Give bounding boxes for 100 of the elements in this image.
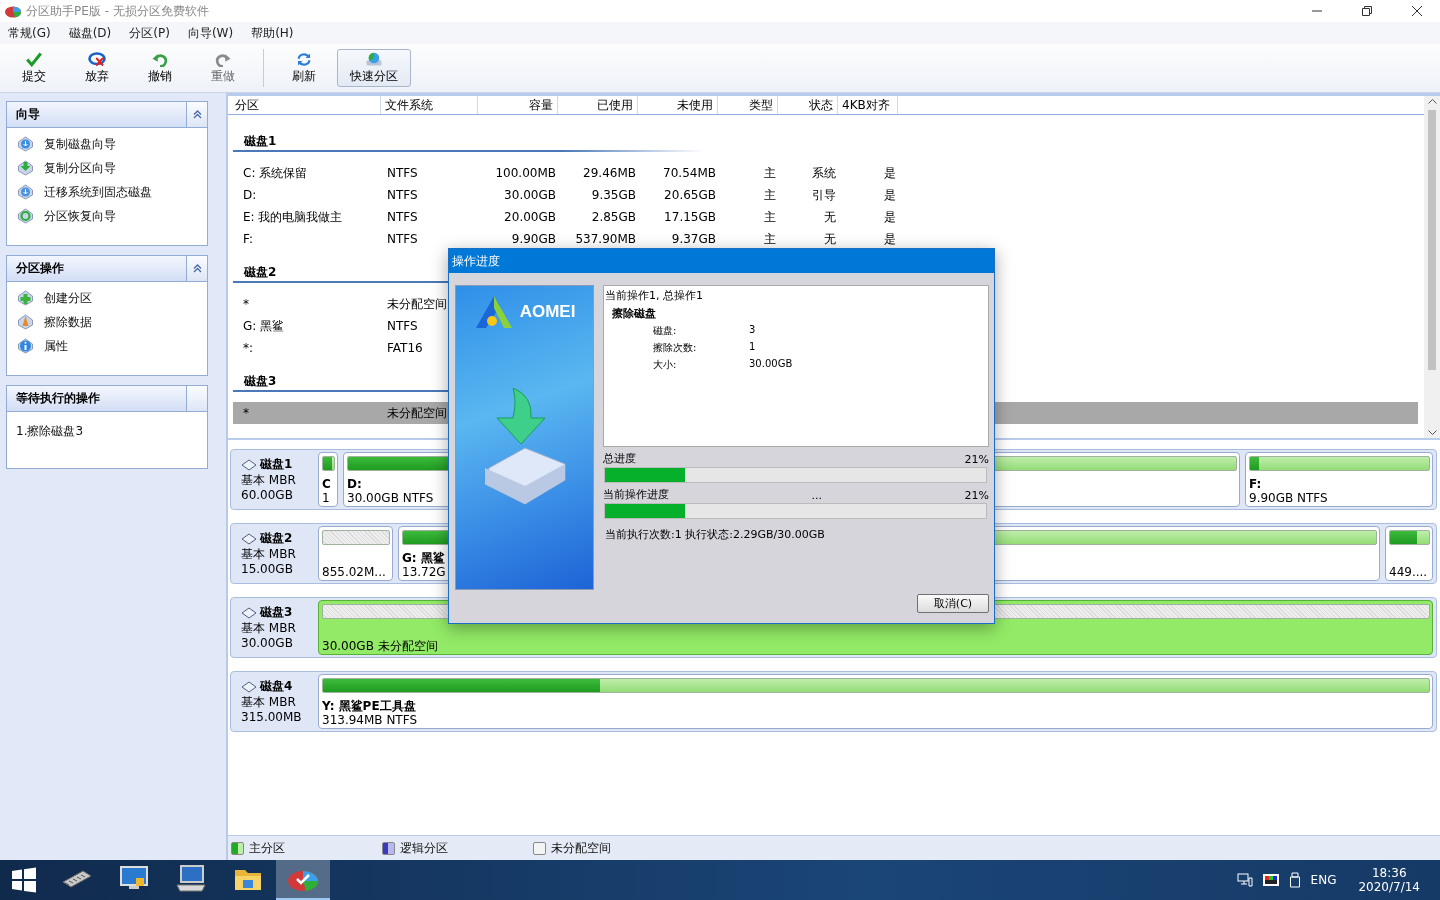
table-cell-text: 是 xyxy=(883,164,897,182)
table-cell-text: *: xyxy=(242,341,255,355)
disk-name: 磁盘3 xyxy=(260,604,293,621)
usb-drive-icon xyxy=(1288,872,1301,888)
sidebar-link[interactable]: 迁移系统到固态磁盘 xyxy=(44,183,152,201)
disk-card[interactable]: 磁盘1 基本 MBR 60.00GB xyxy=(233,452,313,507)
double-chevron-icon xyxy=(192,110,202,119)
partition-detail: 855.02M... xyxy=(322,565,386,579)
legend-label: 主分区 xyxy=(249,839,285,857)
table-row[interactable]: E: 我的电脑我做主 NTFS 20.00GB 2.85GB 17.15GB 主 无 是 xyxy=(233,206,1418,228)
sidebar-link[interactable]: 分区恢复向导 xyxy=(44,207,116,225)
column-header[interactable]: 状态 xyxy=(778,96,838,114)
menu-item[interactable]: 帮助(H) xyxy=(245,24,300,42)
partition-block[interactable]: 449.... xyxy=(1385,526,1433,581)
pending-operation: 1.擦除磁盘3 xyxy=(16,423,85,440)
toolbar-button[interactable]: 提交 xyxy=(4,49,64,87)
table-cell-text: 是 xyxy=(883,208,897,226)
disk-card[interactable]: 磁盘2 基本 MBR 15.00GB xyxy=(233,526,313,581)
table-cell-text: 29.46MB xyxy=(582,166,637,180)
menu-item[interactable]: 向导(W) xyxy=(181,24,240,42)
disk-arrow-icon xyxy=(17,160,34,176)
table-cell-text: 未分配空间 xyxy=(386,295,448,313)
column-header[interactable]: 分区 xyxy=(231,96,381,114)
table-cell-text: NTFS xyxy=(386,232,419,246)
column-header[interactable]: 类型 xyxy=(718,96,778,114)
table-cell-text: 引导 xyxy=(811,186,837,204)
cancel-button[interactable]: 取消(C) xyxy=(917,594,989,613)
column-header[interactable]: 已使用 xyxy=(558,96,638,114)
partition-detail: 1 xyxy=(322,491,330,505)
table-cell-text: 是 xyxy=(883,230,897,248)
disk-card[interactable]: 磁盘4 基本 MBR 315.00MB xyxy=(233,674,313,729)
clock[interactable]: 18:36 2020/7/14 xyxy=(1358,866,1420,894)
collapse-button[interactable] xyxy=(186,102,207,127)
legend-label: 未分配空间 xyxy=(551,839,611,857)
table-cell-text: F: xyxy=(242,232,254,246)
table-cell-text: 70.54MB xyxy=(662,166,717,180)
table-cell-text: 主 xyxy=(763,230,777,248)
field-label: 擦除次数: xyxy=(653,341,698,355)
disk-arrow-icon xyxy=(17,184,34,200)
start-icon xyxy=(11,867,37,893)
brush-icon xyxy=(17,314,34,330)
toolbar-button[interactable]: 快速分区 xyxy=(337,49,411,87)
menu-item[interactable]: 磁盘(D) xyxy=(62,24,118,42)
toolbar-button[interactable]: 刷新 xyxy=(274,49,334,87)
column-header[interactable]: 未使用 xyxy=(638,96,718,114)
column-header[interactable]: 容量 xyxy=(478,96,558,114)
window-title: 分区助手PE版 - 无损分区免费软件 xyxy=(26,2,210,20)
toolbar-button[interactable]: 放弃 xyxy=(67,49,127,87)
table-cell-text: 20.65GB xyxy=(663,188,717,202)
column-header[interactable]: 4KB对齐 xyxy=(838,96,898,114)
disk-size: 60.00GB xyxy=(241,488,294,503)
plus-icon xyxy=(17,290,34,306)
partition-block[interactable]: 855.02M... xyxy=(318,526,393,581)
sidebar-link[interactable]: 复制分区向导 xyxy=(44,159,116,177)
menu-item[interactable]: 常规(G) xyxy=(2,24,57,42)
table-row[interactable]: C: 系统保留 NTFS 100.00MB 29.46MB 70.54MB 主 系统 是 xyxy=(233,162,1418,184)
table-cell-text: NTFS xyxy=(386,319,419,333)
display-icon xyxy=(1262,873,1279,887)
sidebar-link[interactable]: 擦除数据 xyxy=(44,313,92,331)
info-icon xyxy=(17,338,34,354)
progress-percent: 21% xyxy=(964,453,989,466)
operation-summary: 当前操作1, 总操作1 xyxy=(605,288,704,303)
partition-block[interactable]: Y: 黑鲨PE工具盘 313.94MB NTFS xyxy=(318,674,1433,729)
partition-detail: 13.72G xyxy=(402,565,446,579)
logo-icon xyxy=(473,294,514,330)
table-cell-text: E: 我的电脑我做主 xyxy=(242,208,344,226)
field-label: 磁盘: xyxy=(653,324,678,338)
sidebar-link[interactable]: 创建分区 xyxy=(44,289,92,307)
table-cell-text: 无 xyxy=(823,208,837,226)
disk-card[interactable]: 磁盘3 基本 MBR 30.00GB xyxy=(233,600,313,655)
legend-label: 逻辑分区 xyxy=(400,839,448,857)
collapse-button[interactable] xyxy=(186,386,207,411)
table-cell-text: 无 xyxy=(823,230,837,248)
legend-swatch xyxy=(231,841,244,855)
panel-title: 向导 xyxy=(15,106,41,123)
partition-block[interactable]: F: 9.90GB NTFS xyxy=(1245,452,1433,507)
scrollbar[interactable] xyxy=(1424,96,1440,438)
disk-type: 基本 MBR xyxy=(241,621,297,636)
sidebar-link[interactable]: 属性 xyxy=(44,337,68,355)
collapse-button[interactable] xyxy=(186,256,207,281)
check-icon xyxy=(23,52,45,67)
table-row[interactable]: F: NTFS 9.90GB 537.90MB 9.37GB 主 无 是 xyxy=(233,228,1418,250)
menu-item[interactable]: 分区(P) xyxy=(123,24,176,42)
column-header[interactable]: 文件系统 xyxy=(381,96,478,114)
legend-swatch xyxy=(382,841,395,855)
partition-block[interactable]: C 1 xyxy=(318,452,338,507)
partition-detail: 30.00GB 未分配空间 xyxy=(322,639,438,653)
field-label: 大小: xyxy=(653,358,678,372)
memory-chip-icon xyxy=(60,868,93,890)
table-cell-text: 17.15GB xyxy=(663,210,717,224)
operation-name: 擦除磁盘 xyxy=(611,306,657,321)
panel-title: 等待执行的操作 xyxy=(15,390,101,407)
table-cell-text: 主 xyxy=(763,186,777,204)
table-cell-text: 2.85GB xyxy=(590,210,637,224)
field-value: 30.00GB xyxy=(749,358,794,371)
table-row[interactable]: D: NTFS 30.00GB 9.35GB 20.65GB 主 引导 是 xyxy=(233,184,1418,206)
language-indicator[interactable]: ENG xyxy=(1310,873,1337,887)
toolbar-button[interactable]: 撤销 xyxy=(130,49,190,87)
sidebar-link[interactable]: 复制磁盘向导 xyxy=(44,135,116,153)
table-cell-text: 537.90MB xyxy=(574,232,637,246)
